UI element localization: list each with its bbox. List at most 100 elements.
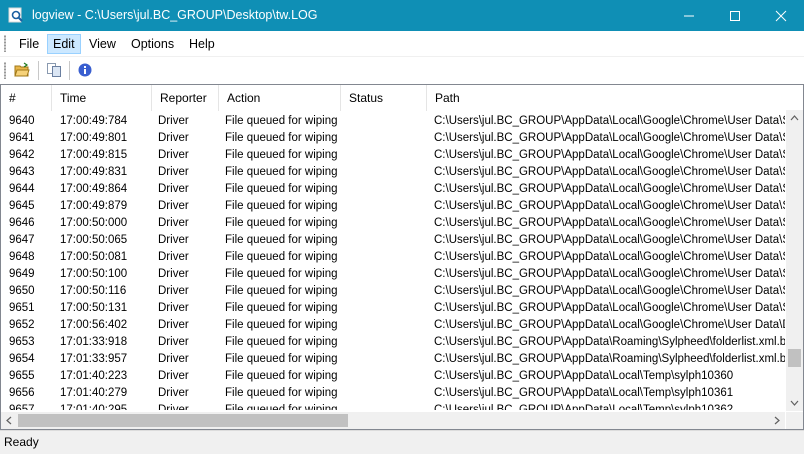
table-row[interactable]: 9646 17:00:50:000 Driver File queued for wi… bbox=[1, 214, 785, 231]
column-header-time[interactable]: Time bbox=[52, 85, 152, 111]
cell-number: 9652 bbox=[9, 319, 35, 331]
window-title: logview - C:\Users\jul.BC_GROUP\Desktop\… bbox=[32, 8, 318, 22]
cell-reporter: Driver bbox=[158, 319, 189, 331]
cell-path: C:\Users\jul.BC_GROUP\AppData\Local\Goog… bbox=[434, 285, 785, 297]
cell-action: File queued for wiping bbox=[225, 183, 338, 195]
table-row[interactable]: 9643 17:00:49:831 Driver File queued for wi… bbox=[1, 163, 785, 180]
cell-number: 9648 bbox=[9, 251, 35, 263]
cell-time: 17:00:50:100 bbox=[60, 268, 128, 280]
cell-path: C:\Users\jul.BC_GROUP\AppData\Local\Temp… bbox=[434, 404, 734, 410]
app-icon bbox=[8, 7, 24, 23]
scroll-down-icon[interactable] bbox=[786, 394, 803, 411]
menu-help[interactable]: Help bbox=[184, 35, 220, 53]
menu-file[interactable]: File bbox=[14, 35, 44, 53]
table-row[interactable]: 9653 17:01:33:918 Driver File queued for wi… bbox=[1, 333, 785, 350]
cell-number: 9657 bbox=[9, 404, 35, 410]
cell-number: 9644 bbox=[9, 183, 35, 195]
cell-number: 9643 bbox=[9, 166, 35, 178]
column-header-action[interactable]: Action bbox=[219, 85, 341, 111]
title-bar[interactable]: logview - C:\Users\jul.BC_GROUP\Desktop\… bbox=[0, 0, 804, 31]
table-row[interactable]: 9641 17:00:49:801 Driver File queued for wi… bbox=[1, 129, 785, 146]
menu-view[interactable]: View bbox=[84, 35, 121, 53]
table-row[interactable]: 9654 17:01:33:957 Driver File queued for wi… bbox=[1, 350, 785, 367]
cell-time: 17:00:50:065 bbox=[60, 234, 128, 246]
scroll-right-icon[interactable] bbox=[768, 412, 785, 429]
cell-action: File queued for wiping bbox=[225, 115, 338, 127]
cell-action: File queued for wiping bbox=[225, 251, 338, 263]
table-row[interactable]: 9647 17:00:50:065 Driver File queued for wi… bbox=[1, 231, 785, 248]
cell-path: C:\Users\jul.BC_GROUP\AppData\Local\Goog… bbox=[434, 251, 785, 263]
table-row[interactable]: 9642 17:00:49:815 Driver File queued for wi… bbox=[1, 146, 785, 163]
table-row[interactable]: 9651 17:00:50:131 Driver File queued for wi… bbox=[1, 299, 785, 316]
cell-reporter: Driver bbox=[158, 404, 189, 410]
minimize-icon bbox=[684, 15, 694, 16]
table-row[interactable]: 9652 17:00:56:402 Driver File queued for wi… bbox=[1, 316, 785, 333]
toolbar-grip[interactable] bbox=[4, 62, 6, 79]
cell-time: 17:00:50:131 bbox=[60, 302, 128, 314]
cell-reporter: Driver bbox=[158, 353, 189, 365]
cell-reporter: Driver bbox=[158, 115, 189, 127]
menu-bar: File Edit View Options Help bbox=[0, 31, 804, 57]
cell-path: C:\Users\jul.BC_GROUP\AppData\Local\Goog… bbox=[434, 132, 785, 144]
cell-reporter: Driver bbox=[158, 302, 189, 314]
cell-reporter: Driver bbox=[158, 200, 189, 212]
maximize-button[interactable] bbox=[712, 0, 758, 31]
menu-edit[interactable]: Edit bbox=[47, 34, 81, 54]
close-icon bbox=[775, 10, 787, 21]
menu-options[interactable]: Options bbox=[126, 35, 179, 53]
vertical-scrollbar[interactable] bbox=[786, 110, 803, 411]
log-rows: 9640 17:00:49:784 Driver File queued for wi… bbox=[1, 110, 785, 410]
cell-reporter: Driver bbox=[158, 251, 189, 263]
table-row[interactable]: 9648 17:00:50:081 Driver File queued for wi… bbox=[1, 248, 785, 265]
cell-action: File queued for wiping bbox=[225, 166, 338, 178]
scroll-left-icon[interactable] bbox=[1, 412, 18, 429]
column-header-status[interactable]: Status bbox=[341, 85, 427, 111]
menu-grip[interactable] bbox=[4, 35, 6, 52]
cell-path: C:\Users\jul.BC_GROUP\AppData\Local\Temp… bbox=[434, 387, 734, 399]
cell-time: 17:00:50:081 bbox=[60, 251, 128, 263]
column-header-reporter[interactable]: Reporter bbox=[152, 85, 219, 111]
horizontal-scrollbar[interactable] bbox=[1, 412, 785, 429]
table-row[interactable]: 9645 17:00:49:879 Driver File queued for wi… bbox=[1, 197, 785, 214]
toolbar-separator bbox=[69, 61, 70, 80]
log-list[interactable]: # Time Reporter Action Status Path 9640 1… bbox=[0, 84, 804, 430]
cell-time: 17:00:50:116 bbox=[60, 285, 127, 297]
column-header-number[interactable]: # bbox=[1, 85, 52, 111]
table-row[interactable]: 9640 17:00:49:784 Driver File queued for wi… bbox=[1, 112, 785, 129]
cell-time: 17:00:49:864 bbox=[60, 183, 128, 195]
table-row[interactable]: 9657 17:01:40:295 Driver File queued for wi… bbox=[1, 401, 785, 410]
cell-number: 9640 bbox=[9, 115, 35, 127]
copy-icon[interactable] bbox=[46, 62, 62, 78]
info-icon[interactable] bbox=[77, 62, 93, 78]
scroll-up-icon[interactable] bbox=[786, 110, 803, 127]
cell-path: C:\Users\jul.BC_GROUP\AppData\Local\Goog… bbox=[434, 166, 785, 178]
cell-action: File queued for wiping bbox=[225, 404, 338, 410]
cell-reporter: Driver bbox=[158, 285, 189, 297]
maximize-icon bbox=[730, 10, 740, 21]
cell-action: File queued for wiping bbox=[225, 319, 338, 331]
cell-time: 17:00:49:831 bbox=[60, 166, 128, 178]
cell-action: File queued for wiping bbox=[225, 336, 338, 348]
close-button[interactable] bbox=[758, 0, 804, 31]
cell-action: File queued for wiping bbox=[225, 234, 338, 246]
table-row[interactable]: 9656 17:01:40:279 Driver File queued for wi… bbox=[1, 384, 785, 401]
cell-path: C:\Users\jul.BC_GROUP\AppData\Local\Goog… bbox=[434, 234, 785, 246]
table-row[interactable]: 9650 17:00:50:116 Driver File queued for wi… bbox=[1, 282, 785, 299]
open-folder-icon[interactable] bbox=[14, 62, 30, 78]
cell-action: File queued for wiping bbox=[225, 353, 338, 365]
column-header-path[interactable]: Path bbox=[427, 85, 801, 111]
table-row[interactable]: 9649 17:00:50:100 Driver File queued for wi… bbox=[1, 265, 785, 282]
toolbar-separator bbox=[38, 61, 39, 80]
cell-time: 17:01:33:918 bbox=[60, 336, 128, 348]
cell-path: C:\Users\jul.BC_GROUP\AppData\Local\Goog… bbox=[434, 217, 785, 229]
cell-number: 9651 bbox=[9, 302, 35, 314]
vertical-scroll-thumb[interactable] bbox=[788, 349, 801, 367]
cell-reporter: Driver bbox=[158, 183, 189, 195]
table-row[interactable]: 9644 17:00:49:864 Driver File queued for wi… bbox=[1, 180, 785, 197]
cell-reporter: Driver bbox=[158, 370, 189, 382]
cell-number: 9641 bbox=[9, 132, 35, 144]
horizontal-scroll-thumb[interactable] bbox=[18, 414, 348, 427]
table-row[interactable]: 9655 17:01:40:223 Driver File queued for wi… bbox=[1, 367, 785, 384]
minimize-button[interactable] bbox=[666, 0, 712, 31]
cell-reporter: Driver bbox=[158, 387, 189, 399]
